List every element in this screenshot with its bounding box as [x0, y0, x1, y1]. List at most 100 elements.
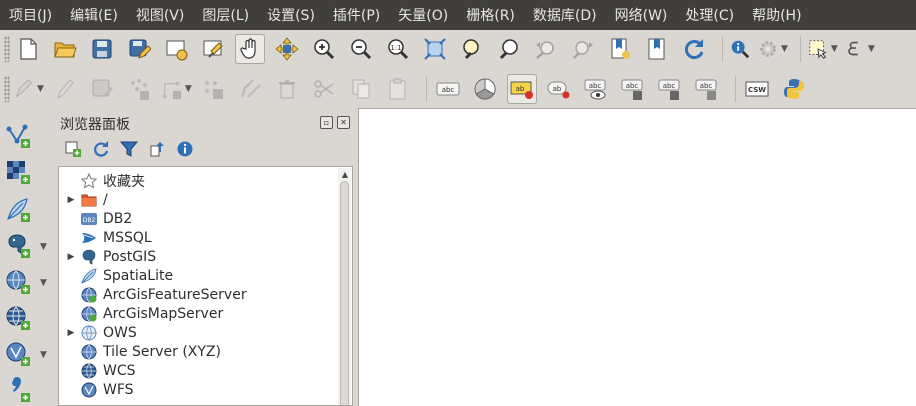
tree-item-favorites[interactable]: 收藏夹	[59, 171, 145, 190]
tree-item-root[interactable]: ▶ /	[59, 190, 108, 209]
highlight-pinned-labels-button[interactable]: ab	[506, 74, 537, 104]
new-print-layout-button[interactable]	[161, 34, 191, 64]
tree-item-wcs[interactable]: WCS	[59, 361, 136, 380]
chevron-down-icon[interactable]: ▼	[40, 242, 47, 252]
expand-arrow-icon[interactable]: ▶	[66, 328, 76, 338]
add-selected-layers-button[interactable]	[63, 139, 83, 159]
menu-layer[interactable]: 图层(L)	[193, 5, 258, 25]
add-vector-layer-button[interactable]	[4, 122, 32, 150]
modify-attributes-button[interactable]	[235, 74, 265, 104]
expression-select-button[interactable]	[844, 34, 866, 64]
open-project-button[interactable]	[50, 34, 80, 64]
show-bookmarks-button[interactable]	[642, 34, 672, 64]
chevron-down-icon[interactable]: ▼	[40, 278, 47, 288]
chevron-down-icon[interactable]: ▼	[781, 44, 788, 54]
chevron-down-icon[interactable]: ▼	[40, 350, 47, 360]
layout-manager-button[interactable]	[198, 34, 228, 64]
scroll-up-arrow-icon[interactable]: ▲	[342, 170, 348, 179]
chevron-down-icon[interactable]: ▼	[185, 84, 192, 94]
tree-item-xyz[interactable]: Tile Server (XYZ)	[59, 342, 221, 361]
vertex-tool-button[interactable]	[161, 74, 183, 104]
copy-features-button[interactable]	[346, 74, 376, 104]
zoom-full-button[interactable]	[420, 34, 450, 64]
pan-map-button[interactable]	[235, 34, 265, 64]
rotate-label-button[interactable]: abc	[655, 74, 685, 104]
toolbar-handle[interactable]	[4, 36, 10, 62]
change-label-button[interactable]: abc	[692, 74, 722, 104]
toggle-editing-button[interactable]	[50, 74, 80, 104]
save-as-button[interactable]	[124, 34, 154, 64]
browser-tree: 收藏夹 ▶ / DB2 DB2 MSSQL ▶ PostGIS SpatiaLi…	[58, 166, 353, 406]
chevron-down-icon[interactable]: ▼	[37, 84, 44, 94]
menu-view[interactable]: 视图(V)	[127, 5, 194, 25]
expand-arrow-icon[interactable]: ▶	[66, 252, 76, 262]
tree-item-spatialite[interactable]: SpatiaLite	[59, 266, 173, 285]
menu-settings[interactable]: 设置(S)	[258, 5, 324, 25]
add-wms-layer-button[interactable]	[4, 268, 32, 296]
identify-features-button[interactable]	[729, 34, 751, 64]
expand-arrow-icon[interactable]: ▶	[66, 195, 76, 205]
menu-raster[interactable]: 栅格(R)	[457, 5, 524, 25]
refresh-button[interactable]	[679, 34, 709, 64]
add-feature-button[interactable]	[124, 74, 154, 104]
move-feature-button[interactable]	[198, 74, 228, 104]
cut-features-button[interactable]	[309, 74, 339, 104]
menu-plugins[interactable]: 插件(P)	[324, 5, 389, 25]
add-spatialite-layer-button[interactable]	[4, 196, 32, 224]
menu-edit[interactable]: 编辑(E)	[61, 5, 127, 25]
pan-to-selection-button[interactable]	[272, 34, 302, 64]
collapse-all-button[interactable]	[147, 139, 167, 159]
tree-item-mssql[interactable]: MSSQL	[59, 228, 152, 247]
run-action-button[interactable]	[757, 34, 779, 64]
menu-help[interactable]: 帮助(H)	[743, 5, 810, 25]
tree-item-db2[interactable]: DB2 DB2	[59, 209, 132, 228]
menu-web[interactable]: 网络(W)	[606, 5, 677, 25]
show-hide-labels-button[interactable]: abc	[581, 74, 611, 104]
add-delimited-text-layer-button[interactable]	[4, 376, 32, 404]
select-features-button[interactable]	[807, 34, 829, 64]
metasearch-button[interactable]: CSW	[742, 74, 772, 104]
paste-features-button[interactable]	[383, 74, 413, 104]
delete-selected-button[interactable]	[272, 74, 302, 104]
map-canvas[interactable]	[358, 108, 916, 406]
zoom-to-selection-button[interactable]	[457, 34, 487, 64]
save-project-button[interactable]	[87, 34, 117, 64]
tree-item-postgis[interactable]: ▶ PostGIS	[59, 247, 157, 266]
refresh-browser-button[interactable]	[91, 139, 111, 159]
save-layer-edits-button[interactable]	[87, 74, 117, 104]
chevron-down-icon[interactable]: ▼	[831, 44, 838, 54]
add-raster-layer-button[interactable]	[4, 158, 32, 186]
zoom-to-layer-button[interactable]	[494, 34, 524, 64]
tree-item-arcgis-map[interactable]: ArcGisMapServer	[59, 304, 223, 323]
chevron-down-icon[interactable]: ▼	[868, 44, 875, 54]
tree-item-arcgis-feature[interactable]: ArcGisFeatureServer	[59, 285, 247, 304]
menu-project[interactable]: 项目(J)	[0, 5, 61, 25]
zoom-native-button[interactable]: 1:1	[383, 34, 413, 64]
zoom-next-button[interactable]	[568, 34, 598, 64]
menu-processing[interactable]: 处理(C)	[676, 5, 743, 25]
new-spatial-bookmark-button[interactable]	[605, 34, 635, 64]
tree-item-ows[interactable]: ▶ OWS	[59, 323, 137, 342]
enable-properties-widget-button[interactable]	[175, 139, 195, 159]
pin-labels-button[interactable]: ab	[544, 74, 574, 104]
tree-scrollbar-thumb[interactable]	[340, 181, 349, 405]
zoom-in-button[interactable]	[309, 34, 339, 64]
add-postgis-layer-button[interactable]	[4, 232, 32, 260]
zoom-last-button[interactable]	[531, 34, 561, 64]
tree-item-wfs[interactable]: WFS	[59, 380, 134, 399]
new-project-button[interactable]	[13, 34, 43, 64]
menu-database[interactable]: 数据库(D)	[524, 5, 606, 25]
layer-labeling-button[interactable]: abc	[433, 74, 463, 104]
toolbar-handle[interactable]	[4, 76, 10, 102]
move-label-button[interactable]: abc	[618, 74, 648, 104]
current-edits-button[interactable]	[13, 74, 35, 104]
menu-vector[interactable]: 矢量(O)	[389, 5, 457, 25]
diagram-options-button[interactable]	[470, 74, 500, 104]
zoom-out-button[interactable]	[346, 34, 376, 64]
panel-float-button[interactable]: ▫	[320, 116, 333, 129]
python-console-button[interactable]	[779, 74, 809, 104]
panel-close-button[interactable]: ✕	[337, 116, 350, 129]
filter-browser-button[interactable]	[119, 139, 139, 159]
add-wcs-layer-button[interactable]	[4, 304, 32, 332]
add-wfs-layer-button[interactable]	[4, 340, 32, 368]
